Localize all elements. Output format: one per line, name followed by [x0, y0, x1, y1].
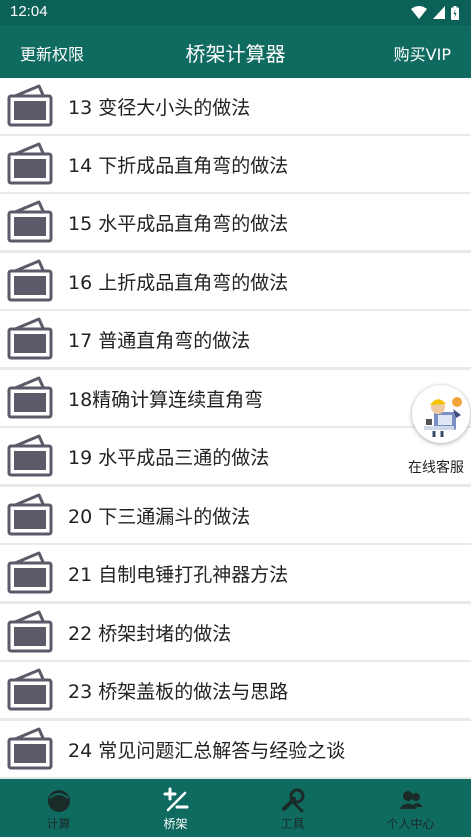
service-avatar: [412, 385, 470, 443]
folder-icon: [7, 317, 53, 360]
tab-tools[interactable]: 工具: [234, 779, 351, 837]
signal-icon: [433, 6, 445, 19]
list-item[interactable]: 23 桥架盖板的做法与思路: [0, 662, 471, 718]
list-item[interactable]: 19 水平成品三通的做法: [0, 428, 471, 484]
tab-label: 个人中心: [386, 817, 435, 831]
tab-label: 计算: [46, 817, 71, 831]
tools-icon: [282, 788, 305, 813]
list-item[interactable]: 20 下三通漏斗的做法: [0, 487, 471, 543]
list-item-title: 13 变径大小头的做法: [68, 97, 251, 119]
tab-profile[interactable]: 个人中心: [352, 779, 469, 837]
list-item-title: 16 上折成品直角弯的做法: [68, 272, 289, 294]
list-item-title: 22 桥架封堵的做法: [68, 623, 232, 645]
folder-icon: [7, 259, 53, 302]
list-item[interactable]: 21 自制电锤打孔神器方法: [0, 545, 471, 601]
status-bar: 12:04: [0, 0, 471, 25]
folder-icon: [7, 727, 53, 770]
list-item-title: 21 自制电锤打孔神器方法: [68, 564, 289, 586]
list-item-title: 19 水平成品三通的做法: [68, 447, 270, 469]
buy-vip-button[interactable]: 购买VIP: [394, 41, 451, 65]
list-item[interactable]: 13 变径大小头的做法: [0, 78, 471, 134]
list-item[interactable]: 17 普通直角弯的做法: [0, 311, 471, 367]
update-permission-button[interactable]: 更新权限: [20, 41, 84, 65]
wifi-icon: [411, 6, 427, 19]
list-item[interactable]: 24 常见问题汇总解答与经验之谈: [0, 721, 471, 777]
folder-icon: [7, 376, 53, 419]
list-item-title: 15 水平成品直角弯的做法: [68, 213, 289, 235]
app-bar: 更新权限 桥架计算器 购买VIP: [0, 25, 471, 78]
tutorial-list: 13 变径大小头的做法 14 下折成品直角弯的做法 15 水平成品直角弯的做法 …: [0, 78, 471, 779]
list-item-title: 18精确计算连续直角弯: [68, 389, 264, 411]
folder-icon: [7, 668, 53, 711]
tray-icon: [163, 787, 189, 812]
list-item-title: 24 常见问题汇总解答与经验之谈: [68, 740, 346, 762]
list-item[interactable]: 18精确计算连续直角弯: [0, 370, 471, 426]
tab-label: 工具: [280, 817, 305, 831]
folder-icon: [7, 200, 53, 243]
status-icons: [411, 5, 459, 20]
status-time: 12:04: [10, 3, 48, 20]
folder-icon: [7, 493, 53, 536]
tab-calculate[interactable]: 计算: [0, 779, 117, 837]
bottom-tab-bar: 计算 桥架 工具 个人中心: [0, 779, 471, 837]
worker-icon: [424, 397, 462, 437]
profile-icon: [399, 791, 423, 809]
tab-label: 桥架: [163, 817, 188, 831]
folder-icon: [7, 610, 53, 653]
list-item[interactable]: 14 下折成品直角弯的做法: [0, 136, 471, 192]
list-item-title: 17 普通直角弯的做法: [68, 330, 251, 352]
tab-tray[interactable]: 桥架: [117, 779, 234, 837]
list-item-title: 23 桥架盖板的做法与思路: [68, 681, 289, 703]
folder-icon: [7, 434, 53, 477]
folder-icon: [7, 142, 53, 185]
list-item[interactable]: 16 上折成品直角弯的做法: [0, 253, 471, 309]
online-service-label: 在线客服: [408, 460, 464, 476]
calc-icon: [48, 790, 70, 812]
list-item[interactable]: 15 水平成品直角弯的做法: [0, 194, 471, 250]
folder-icon: [7, 551, 53, 594]
list-item[interactable]: 22 桥架封堵的做法: [0, 604, 471, 660]
battery-icon: [451, 5, 459, 20]
list-item-title: 14 下折成品直角弯的做法: [68, 155, 289, 177]
folder-icon: [7, 84, 53, 127]
list-item-title: 20 下三通漏斗的做法: [68, 506, 251, 528]
